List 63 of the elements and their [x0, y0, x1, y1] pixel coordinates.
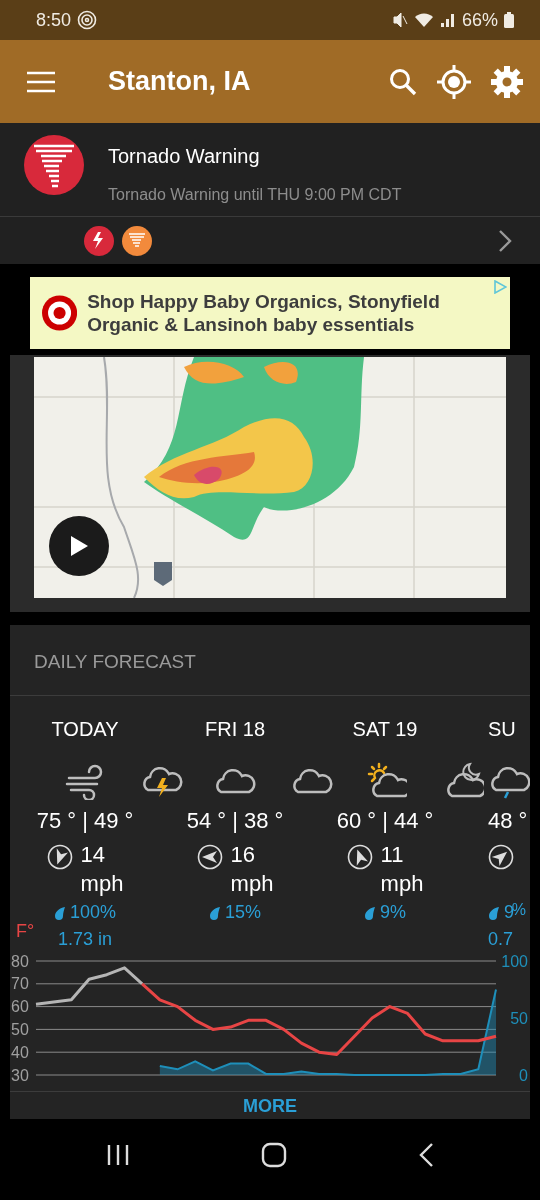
home-icon[interactable]: [261, 1142, 287, 1168]
battery-percent: 66%: [461, 9, 498, 31]
wind-direction-icon: [346, 844, 373, 870]
raindrop-icon: [488, 905, 500, 920]
more-button[interactable]: MORE: [235, 1094, 305, 1119]
day-label: TODAY: [51, 718, 119, 742]
location-icon[interactable]: [436, 63, 472, 100]
settings-icon[interactable]: [490, 64, 524, 99]
battery-icon: [504, 12, 514, 28]
axis-tick: 100: [501, 952, 528, 970]
axis-tick: 40: [11, 1043, 29, 1061]
section-title: DAILY FORECAST: [10, 625, 530, 696]
precip-chance: 15%: [225, 902, 261, 923]
rain-amount: 0.7: [488, 929, 514, 949]
wind-unit: mph: [80, 870, 124, 898]
wind-direction-icon: [196, 844, 223, 870]
axis-tick: 50: [510, 1009, 528, 1027]
day-label: SU: [488, 718, 516, 742]
wifi-icon: [413, 12, 434, 28]
wind-speed: 16: [230, 841, 257, 869]
axis-tick: 50: [11, 1020, 29, 1038]
wind-direction-icon: [46, 844, 73, 870]
temperature-range: 60 ° | 44 °: [336, 808, 434, 834]
temperature-range: 75 ° | 49 °: [36, 808, 134, 834]
alert-subtitle: Tornado Warning until THU 9:00 PM CDT: [108, 186, 402, 204]
wind-speed: 11: [380, 841, 405, 869]
search-icon[interactable]: [388, 66, 418, 97]
rain-amount: 1.73 in: [57, 929, 112, 949]
axis-tick: 60: [11, 998, 29, 1016]
day-label: FRI 18: [205, 718, 265, 742]
axis-unit: F°: [16, 921, 35, 942]
status-time: 8:50: [36, 9, 72, 31]
location-title: Stanton, IA: [108, 66, 252, 97]
raindrop-icon: [209, 905, 221, 920]
temperature-range: 54 ° | 38 °: [186, 808, 284, 834]
axis-tick: 70: [11, 975, 29, 993]
lightning-badge-icon[interactable]: [84, 225, 114, 256]
wind-unit: mph: [230, 870, 274, 898]
alert-title: Tornado Warning: [108, 145, 261, 168]
day-label: SAT 19: [352, 718, 418, 742]
ad-banner[interactable]: Shop Happy Baby Organics, Stonyfield Organic & Lansinoh baby essentials: [30, 277, 510, 349]
axis-tick: 30: [11, 1066, 29, 1083]
chevron-right-icon[interactable]: [498, 228, 512, 253]
temperature-range: 48 °: [488, 808, 528, 834]
axis-tick: 0: [519, 1066, 528, 1083]
ad-text: Shop Happy Baby Organics, Stonyfield Organic & Lansinoh baby essentials: [87, 290, 441, 336]
precip-chance: 100%: [69, 902, 116, 923]
signal-icon: [439, 12, 456, 28]
play-icon: [69, 535, 89, 557]
menu-icon[interactable]: [26, 70, 56, 93]
precip-chance: 9%: [380, 902, 406, 923]
hotspot-icon: [77, 10, 98, 30]
tornado-badge-icon[interactable]: [122, 225, 152, 256]
recent-apps-icon[interactable]: [105, 1143, 130, 1167]
raindrop-icon: [364, 905, 376, 920]
tornado-icon: [24, 135, 84, 195]
wind-direction-icon: [488, 844, 514, 870]
back-icon[interactable]: [418, 1142, 435, 1168]
wind-unit: mph: [380, 870, 424, 898]
wind-speed: 14: [80, 841, 107, 869]
mute-icon: [391, 12, 408, 28]
axis-tick: 80: [11, 952, 29, 970]
raindrop-icon: [53, 905, 66, 920]
